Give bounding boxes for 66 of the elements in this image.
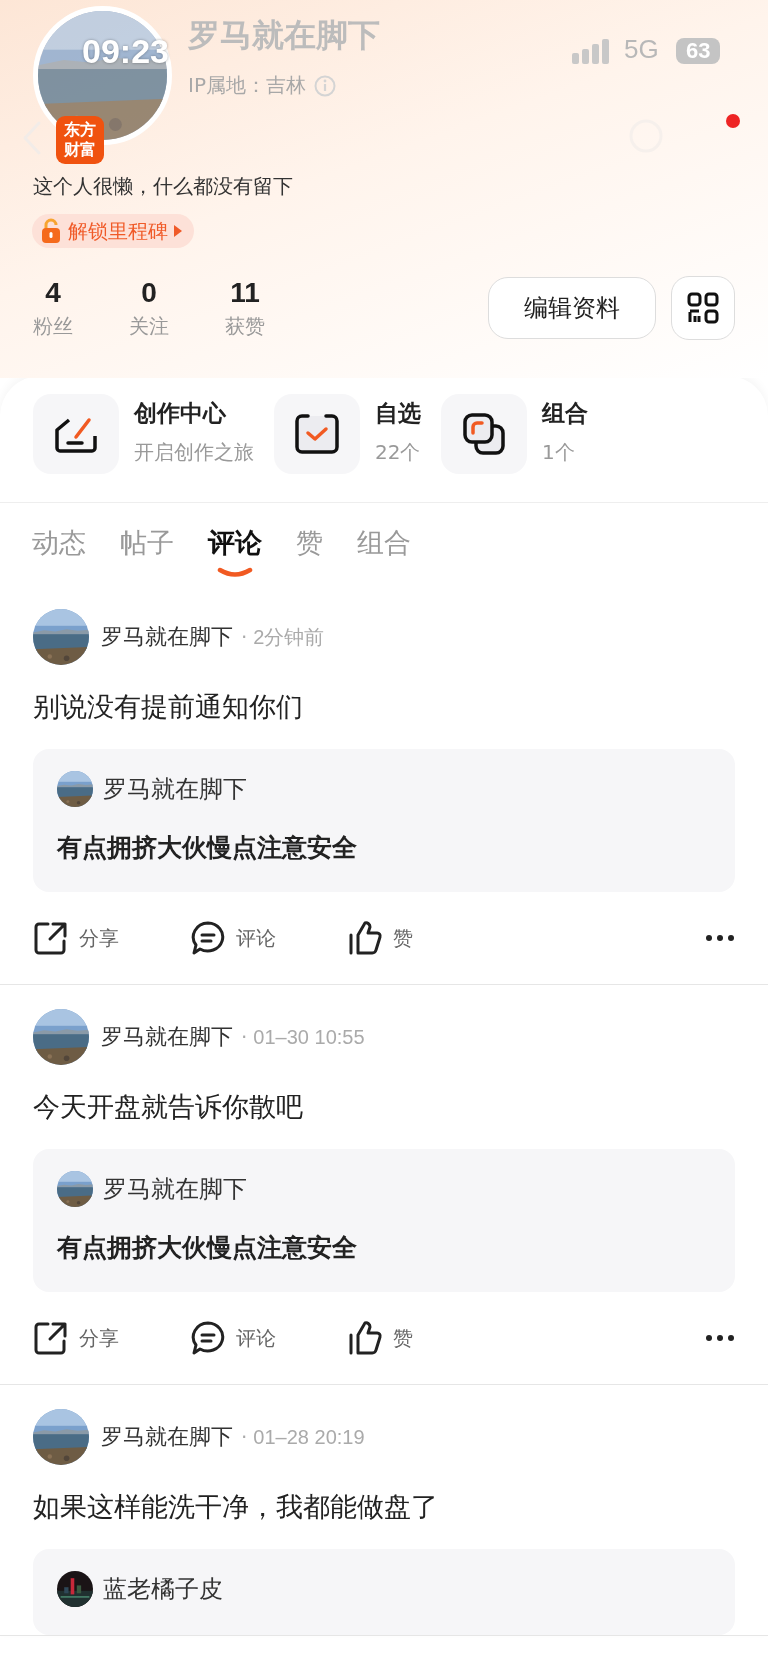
stat-label: 粉丝 [33,312,73,340]
quoted-author: 罗马就在脚下 [103,1174,247,1205]
like-button[interactable]: 赞 [347,1320,504,1356]
comment-text: 如果这样能洗干净，我都能做盘了 [33,1490,439,1524]
quoted-post[interactable]: 罗马就在脚下 有点拥挤大伙慢点注意安全 [33,749,735,892]
author-name[interactable]: 罗马就在脚下 [101,1422,233,1452]
quoted-text: 有点拥挤大伙慢点注意安全 [57,1232,358,1264]
signal-icon [572,39,612,65]
comment-text: 今天开盘就告诉你散吧 [33,1090,304,1124]
separator-dot: · [241,1425,248,1449]
share-icon [33,1320,69,1356]
bio-text: 这个人很懒，什么都没有留下 [33,173,294,200]
shortcut-subtitle: 22个 [375,439,421,466]
shortcut-title[interactable]: 创作中心 [134,398,254,429]
more-icon[interactable] [705,934,735,942]
profile-name: 罗马就在脚下 [188,15,380,56]
shortcut-subtitle: 开启创作之旅 [134,439,254,466]
stat-count: 11 [230,276,260,309]
stat-count: 4 [45,276,61,309]
thumbs-up-icon [347,920,383,956]
shortcut-tile[interactable] [274,394,360,474]
comment-text: 别说没有提前通知你们 [33,690,304,724]
app-logo: 东方 财富 [56,116,104,164]
stat-label: 关注 [129,312,169,340]
edit-profile-button[interactable]: 编辑资料 [488,277,656,339]
post-time: 2分钟前 [253,624,325,650]
quoted-author: 罗马就在脚下 [103,774,247,805]
lock-icon [40,218,62,244]
separator-dot: · [241,1025,248,1049]
share-icon [33,920,69,956]
shortcut-subtitle: 1个 [542,439,576,466]
qr-code-button[interactable] [671,276,735,340]
shortcut-title[interactable]: 自选 [375,398,421,429]
comment-icon [190,1320,226,1356]
ip-location: IP属地：吉林 [188,72,306,99]
post-time: 01–28 20:19 [253,1425,365,1449]
stat-count: 0 [141,276,157,309]
stat-label: 获赞 [225,312,265,340]
like-button[interactable]: 赞 [347,920,504,956]
play-arrow-icon [174,225,182,237]
tab[interactable]: 评论 [208,523,262,563]
more-icon[interactable] [705,1334,735,1342]
post-time: 01–30 10:55 [253,1025,365,1049]
notification-dot [726,114,740,128]
shortcut-tile[interactable] [33,394,119,474]
thumbs-up-icon [347,1320,383,1356]
comment-button[interactable]: 评论 [190,1320,347,1356]
comment-button[interactable]: 评论 [190,920,347,956]
shortcut-title[interactable]: 组合 [542,398,588,429]
share-button[interactable]: 分享 [33,1320,190,1356]
tab-indicator [217,567,253,577]
author-name[interactable]: 罗马就在脚下 [101,622,233,652]
network-type: 5G [624,34,659,65]
share-button[interactable]: 分享 [33,920,190,956]
shortcut-tile[interactable] [441,394,527,474]
comment-icon [190,920,226,956]
quoted-post[interactable]: 蓝老橘子皮 [33,1549,735,1635]
author-name[interactable]: 罗马就在脚下 [101,1022,233,1052]
separator-dot: · [241,625,248,649]
quoted-author: 蓝老橘子皮 [103,1574,223,1605]
overlapping-squares-icon [461,411,507,457]
checkbox-icon [294,413,340,455]
battery-level: 63 [676,38,721,64]
quoted-post[interactable]: 罗马就在脚下 有点拥挤大伙慢点注意安全 [33,1149,735,1292]
quoted-text: 有点拥挤大伙慢点注意安全 [57,832,358,864]
qr-code-icon [687,292,719,324]
